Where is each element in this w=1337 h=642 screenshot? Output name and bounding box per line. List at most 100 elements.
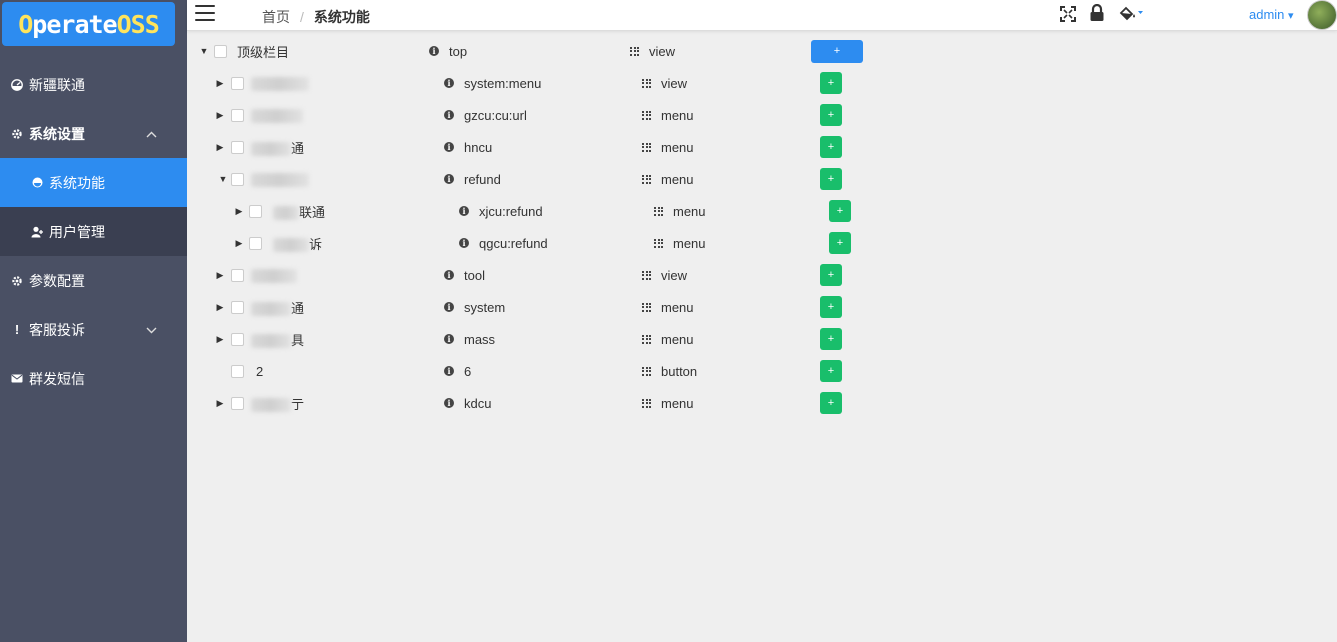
row-type: menu: [673, 235, 706, 251]
app-logo[interactable]: Operate OSS: [2, 2, 175, 46]
chevron-up-icon: [146, 127, 157, 141]
add-button[interactable]: +: [820, 392, 842, 414]
caret-right-icon[interactable]: ▶: [215, 110, 225, 121]
info-icon: i: [444, 174, 454, 184]
user-menu[interactable]: admin ▾: [1249, 7, 1294, 22]
info-icon: i: [444, 270, 454, 280]
sidebar-item-label: 客服投诉: [29, 321, 85, 338]
grid-icon: [642, 142, 651, 152]
row-type: button: [661, 363, 698, 379]
caret-right-icon[interactable]: ▶: [234, 238, 244, 249]
sidebar-item-xinjiang-unicom[interactable]: 新疆联通: [0, 60, 187, 109]
add-button[interactable]: +: [811, 39, 863, 63]
sidebar-item-label: 新疆联通: [29, 76, 85, 93]
sidebar-item-system-settings[interactable]: 系统设置: [0, 109, 187, 158]
caret-right-icon[interactable]: ▶: [215, 142, 225, 153]
row-checkbox[interactable]: [231, 396, 244, 410]
row-code: refund: [464, 171, 501, 187]
row-checkbox[interactable]: [231, 76, 244, 90]
caret-right-icon[interactable]: ▶: [215, 78, 225, 89]
top-header: 首页 / 系统功能 admin ▾: [187, 0, 1337, 31]
row-checkbox[interactable]: [231, 172, 244, 186]
add-button[interactable]: +: [820, 168, 842, 190]
add-button[interactable]: +: [820, 264, 842, 286]
caret-right-icon[interactable]: ▶: [215, 334, 225, 345]
hamburger-menu-icon[interactable]: [195, 5, 215, 21]
row-type: view: [649, 43, 676, 59]
row-code: system: [464, 299, 506, 315]
row-code: top: [449, 43, 468, 59]
caret-right-icon[interactable]: ▶: [215, 302, 225, 313]
caret-right-icon[interactable]: ▶: [234, 206, 244, 217]
row-code: qgcu:refund: [479, 235, 548, 251]
redacted-name: [273, 238, 309, 253]
grid-icon: [642, 78, 651, 88]
info-icon: i: [444, 366, 454, 376]
tree-row: ▶ 亍 i kdcu menu +: [187, 387, 1337, 419]
info-icon: i: [444, 142, 454, 152]
sidebar-item-label: 系统设置: [29, 125, 85, 142]
avatar[interactable]: [1307, 0, 1337, 30]
add-button[interactable]: +: [829, 232, 851, 254]
row-checkbox[interactable]: [231, 300, 244, 314]
theme-paint-icon[interactable]: [1118, 6, 1148, 27]
row-type: menu: [661, 107, 694, 123]
logo-letter: O: [18, 9, 33, 39]
row-name: 亍: [251, 394, 304, 413]
row-name: [251, 107, 303, 123]
caret-down-icon[interactable]: ▼: [218, 174, 228, 184]
circle-icon: [30, 176, 44, 190]
row-checkbox[interactable]: [214, 44, 227, 58]
info-icon: i: [444, 110, 454, 120]
sidebar-item-mass-sms[interactable]: 群发短信: [0, 354, 187, 403]
tree-row: ▶ 具 i mass menu +: [187, 323, 1337, 355]
sidebar-item-user-management[interactable]: 用户管理: [0, 207, 187, 256]
tree-row: 2 i 6 button +: [187, 355, 1337, 387]
breadcrumb-home[interactable]: 首页: [262, 7, 290, 27]
add-button[interactable]: +: [820, 296, 842, 318]
logo-oss: OSS: [116, 9, 160, 39]
info-icon: i: [429, 46, 439, 56]
caret-right-icon[interactable]: ▶: [215, 398, 225, 409]
gear-icon: [10, 127, 24, 141]
gear-icon: [10, 274, 24, 288]
user-icon: [30, 225, 44, 239]
row-checkbox[interactable]: [231, 268, 244, 282]
redacted-name: [251, 334, 291, 349]
breadcrumb-separator: /: [300, 9, 304, 25]
row-code: mass: [464, 331, 496, 347]
row-name: 诉: [273, 234, 322, 253]
sidebar-item-param-config[interactable]: 参数配置: [0, 256, 187, 305]
row-code: kdcu: [464, 395, 492, 411]
row-code: tool: [464, 267, 485, 283]
grid-icon: [642, 110, 651, 120]
lock-icon[interactable]: [1089, 3, 1105, 27]
sidebar-item-system-functions[interactable]: 系统功能: [0, 158, 187, 207]
add-button[interactable]: +: [820, 72, 842, 94]
add-button[interactable]: +: [820, 104, 842, 126]
redacted-name: [251, 302, 291, 317]
sidebar-item-customer-complaints[interactable]: ! 客服投诉: [0, 305, 187, 354]
row-code: hncu: [464, 139, 493, 155]
caret-down-icon[interactable]: ▼: [199, 46, 209, 56]
tree-row: ▶ 诉 i qgcu:refund menu +: [187, 227, 1337, 259]
add-button[interactable]: +: [820, 328, 842, 350]
add-button[interactable]: +: [820, 360, 842, 382]
row-checkbox[interactable]: [231, 364, 244, 378]
row-checkbox[interactable]: [249, 236, 262, 250]
info-icon: i: [459, 206, 469, 216]
row-checkbox[interactable]: [231, 140, 244, 154]
row-checkbox[interactable]: [231, 332, 244, 346]
caret-right-icon[interactable]: ▶: [215, 270, 225, 281]
add-button[interactable]: +: [829, 200, 851, 222]
row-checkbox[interactable]: [249, 204, 262, 218]
add-button[interactable]: +: [820, 136, 842, 158]
fullscreen-icon[interactable]: [1060, 6, 1076, 27]
tree-row: ▶ 通 i system menu +: [187, 291, 1337, 323]
row-name: 联通: [273, 202, 325, 221]
info-icon: i: [444, 398, 454, 408]
breadcrumb-current: 系统功能: [313, 9, 370, 25]
row-checkbox[interactable]: [231, 108, 244, 122]
row-type: menu: [661, 171, 694, 187]
row-name: 通: [251, 298, 304, 317]
